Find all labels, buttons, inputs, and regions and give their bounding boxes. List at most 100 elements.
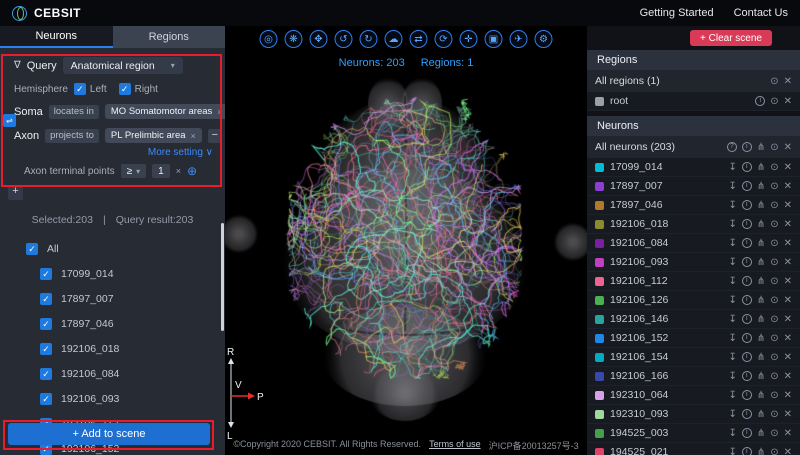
- eye-icon[interactable]: ⊙: [770, 96, 778, 107]
- brain-render-canvas[interactable]: [225, 26, 587, 455]
- download-icon[interactable]: ↧: [728, 371, 736, 382]
- tree-icon[interactable]: ⋔: [757, 276, 765, 287]
- neuron-checkbox-row[interactable]: ✓ 192106_018: [0, 336, 225, 361]
- info-icon[interactable]: i: [742, 295, 752, 305]
- tree-icon[interactable]: ⋔: [757, 371, 765, 382]
- close-icon[interactable]: ✕: [784, 314, 792, 325]
- tree-icon[interactable]: ⋔: [757, 142, 765, 153]
- download-icon[interactable]: ↧: [728, 181, 736, 192]
- eye-icon[interactable]: ⊙: [770, 162, 778, 173]
- info-icon[interactable]: i: [742, 447, 752, 455]
- download-icon[interactable]: ↧: [728, 409, 736, 420]
- info-icon[interactable]: i: [742, 257, 752, 267]
- neuron-color-swatch[interactable]: [595, 201, 604, 210]
- remove-value-icon[interactable]: ×: [217, 107, 222, 117]
- tree-icon[interactable]: ⋔: [757, 314, 765, 325]
- neuron-color-swatch[interactable]: [595, 448, 604, 455]
- tree-icon[interactable]: ⋔: [757, 181, 765, 192]
- close-icon[interactable]: ✕: [784, 295, 792, 306]
- download-icon[interactable]: ↧: [728, 428, 736, 439]
- download-icon[interactable]: ↧: [728, 295, 736, 306]
- close-icon[interactable]: ✕: [784, 238, 792, 249]
- scene-neuron-row[interactable]: 192106_154 ↧ i ⋔ ⊙ ✕: [587, 348, 800, 367]
- eye-icon[interactable]: ⊙: [770, 142, 778, 153]
- scene-neuron-row[interactable]: 17099_014 ↧ i ⋔ ⊙ ✕: [587, 158, 800, 177]
- neuron-color-swatch[interactable]: [595, 429, 604, 438]
- terms-of-use-link[interactable]: Terms of use: [429, 439, 481, 452]
- neuron-color-swatch[interactable]: [595, 334, 604, 343]
- info-icon[interactable]: i: [742, 200, 752, 210]
- info-icon[interactable]: i: [742, 276, 752, 286]
- eye-icon[interactable]: ⊙: [770, 333, 778, 344]
- terminal-points-input[interactable]: 1: [152, 164, 170, 178]
- select-all-row[interactable]: ✓ All: [0, 236, 225, 261]
- neuron-checkbox[interactable]: ✓: [40, 393, 52, 405]
- remove-terminal-icon[interactable]: ×: [176, 166, 181, 176]
- tree-icon[interactable]: ⋔: [757, 428, 765, 439]
- rotate-left-icon[interactable]: ↺: [335, 30, 353, 48]
- cloud-icon[interactable]: ☁: [385, 30, 403, 48]
- neuron-color-swatch[interactable]: [595, 239, 604, 248]
- nav-getting-started[interactable]: Getting Started: [640, 7, 714, 19]
- scene-neuron-row[interactable]: 192106_084 ↧ i ⋔ ⊙ ✕: [587, 234, 800, 253]
- close-icon[interactable]: ✕: [784, 447, 792, 455]
- add-to-scene-button[interactable]: + Add to scene: [8, 423, 210, 445]
- info-icon[interactable]: i: [742, 333, 752, 343]
- info-icon[interactable]: i: [742, 409, 752, 419]
- neuron-color-swatch[interactable]: [595, 391, 604, 400]
- info-icon[interactable]: i: [742, 314, 752, 324]
- tree-icon[interactable]: ⋔: [757, 409, 765, 420]
- download-icon[interactable]: ↧: [728, 162, 736, 173]
- region-row[interactable]: root i ⊙ ✕: [587, 92, 800, 111]
- operator-select[interactable]: ≥ ▾: [121, 164, 147, 178]
- info-icon[interactable]: i: [742, 162, 752, 172]
- neuron-checkbox[interactable]: ✓: [40, 268, 52, 280]
- scene-neuron-row[interactable]: 194525_003 ↧ i ⋔ ⊙ ✕: [587, 424, 800, 443]
- download-icon[interactable]: ↧: [728, 314, 736, 325]
- add-condition-button[interactable]: +: [8, 185, 23, 200]
- neuron-color-swatch[interactable]: [595, 182, 604, 191]
- close-icon[interactable]: ✕: [784, 257, 792, 268]
- eye-icon[interactable]: ⊙: [770, 276, 778, 287]
- close-icon[interactable]: ✕: [784, 181, 792, 192]
- eye-icon[interactable]: ⊙: [770, 409, 778, 420]
- rotate-right-icon[interactable]: ↻: [360, 30, 378, 48]
- regions-section-header[interactable]: Regions: [587, 50, 800, 70]
- neuron-checkbox[interactable]: ✓: [40, 368, 52, 380]
- eye-icon[interactable]: ⊙: [770, 352, 778, 363]
- download-icon[interactable]: ↧: [728, 390, 736, 401]
- download-icon[interactable]: ↧: [728, 447, 736, 455]
- scene-neuron-row[interactable]: 192106_166 ↧ i ⋔ ⊙ ✕: [587, 367, 800, 386]
- info-icon[interactable]: i: [742, 219, 752, 229]
- tab-neurons[interactable]: Neurons: [0, 26, 113, 48]
- info-icon[interactable]: i: [742, 181, 752, 191]
- add-criteria-icon[interactable]: ⊕: [187, 164, 197, 178]
- neuron-checkbox-row[interactable]: ✓ 17897_046: [0, 311, 225, 336]
- eye-icon[interactable]: ⊙: [770, 219, 778, 230]
- close-icon[interactable]: ✕: [784, 200, 792, 211]
- tree-icon[interactable]: ⋔: [757, 295, 765, 306]
- nav-contact-us[interactable]: Contact Us: [734, 7, 788, 19]
- info-icon[interactable]: i: [742, 352, 752, 362]
- slice-view-icon[interactable]: ✥: [310, 30, 328, 48]
- close-icon[interactable]: ✕: [784, 352, 792, 363]
- close-icon[interactable]: ✕: [784, 76, 792, 87]
- scene-neuron-row[interactable]: 192106_018 ↧ i ⋔ ⊙ ✕: [587, 215, 800, 234]
- scene-neuron-row[interactable]: 192310_093 ↧ i ⋔ ⊙ ✕: [587, 405, 800, 424]
- select-all-checkbox[interactable]: ✓: [26, 243, 38, 255]
- scene-neuron-row[interactable]: 17897_007 ↧ i ⋔ ⊙ ✕: [587, 177, 800, 196]
- scene-neuron-row[interactable]: 192106_152 ↧ i ⋔ ⊙ ✕: [587, 329, 800, 348]
- close-icon[interactable]: ✕: [784, 333, 792, 344]
- download-icon[interactable]: ↧: [728, 238, 736, 249]
- tab-regions[interactable]: Regions: [113, 26, 226, 48]
- info-icon[interactable]: i: [742, 238, 752, 248]
- tree-icon[interactable]: ⋔: [757, 200, 765, 211]
- scene-neuron-row[interactable]: 192310_064 ↧ i ⋔ ⊙ ✕: [587, 386, 800, 405]
- orbit-view-icon[interactable]: ◎: [260, 30, 278, 48]
- download-icon[interactable]: ↧: [728, 200, 736, 211]
- close-icon[interactable]: ✕: [784, 409, 792, 420]
- info-icon[interactable]: i: [742, 371, 752, 381]
- neuron-checkbox-row[interactable]: ✓ 17897_007: [0, 286, 225, 311]
- eye-icon[interactable]: ⊙: [770, 447, 778, 455]
- info-icon[interactable]: i: [755, 96, 765, 106]
